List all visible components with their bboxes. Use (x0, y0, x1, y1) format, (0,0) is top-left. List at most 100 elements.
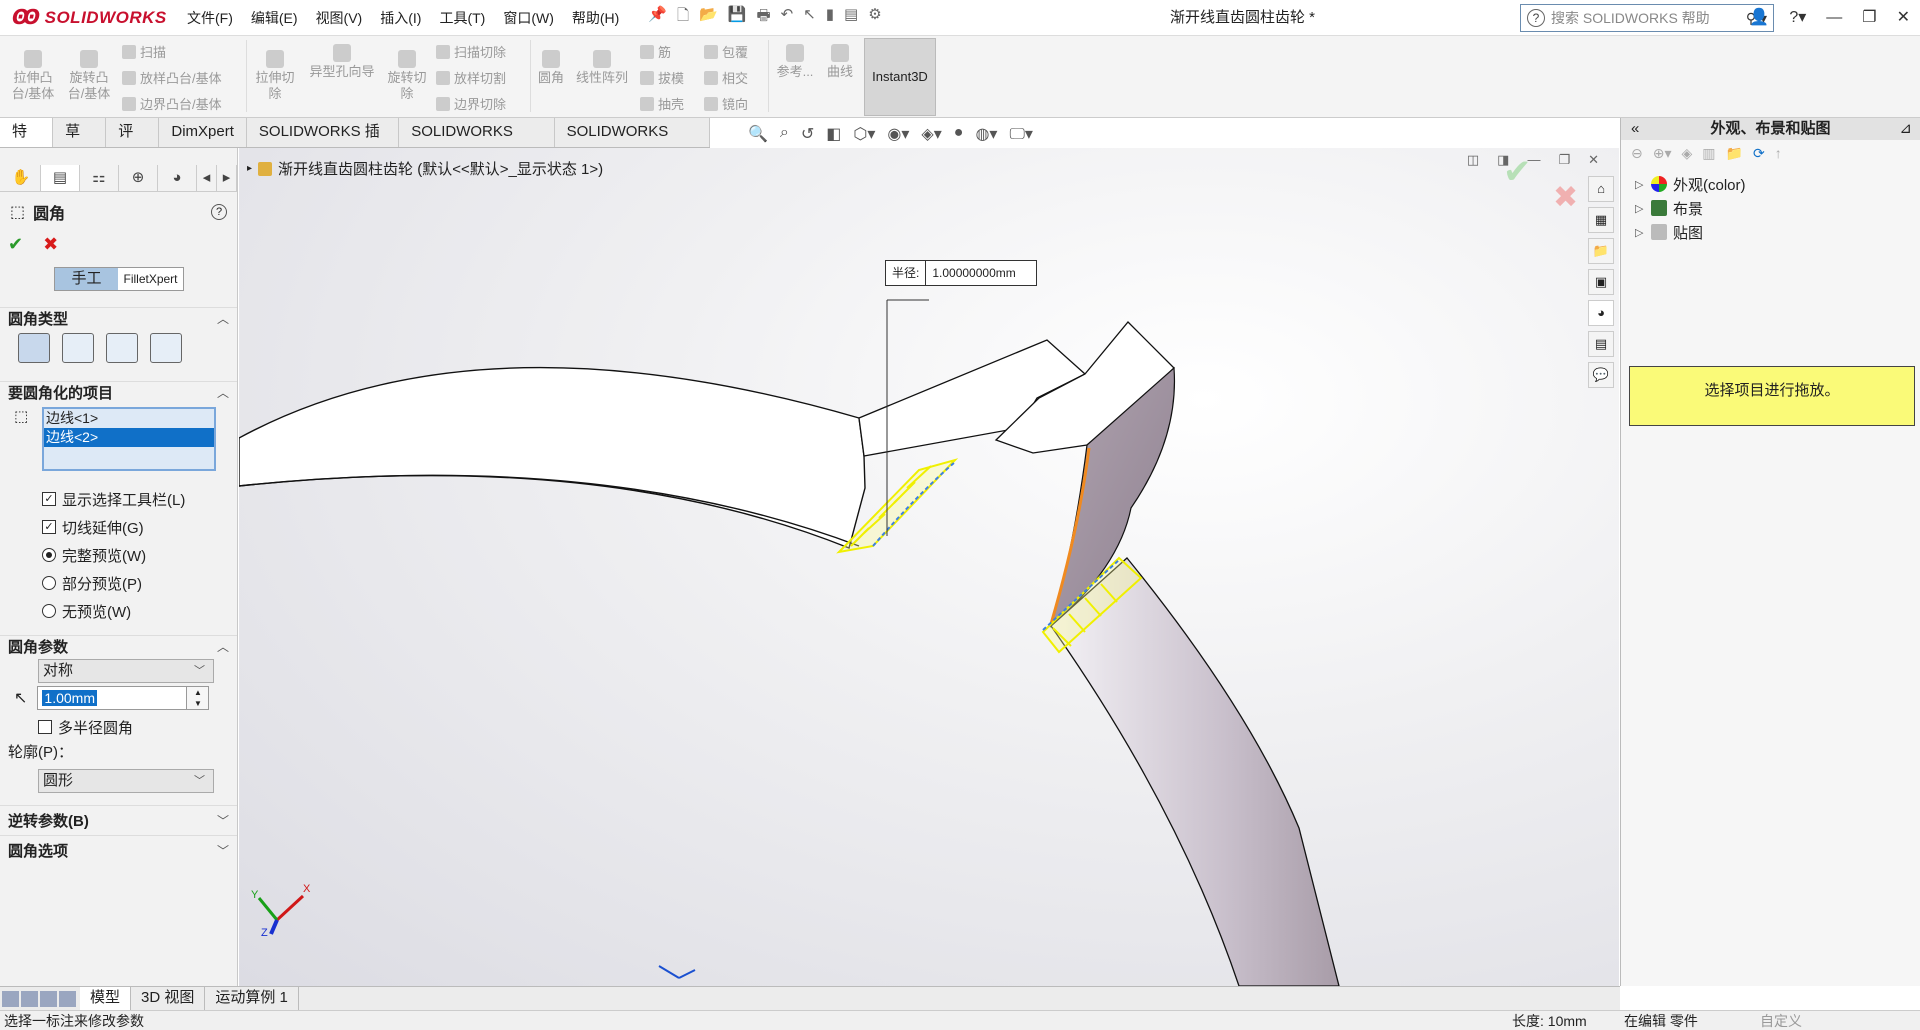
status-units[interactable]: 自定义 (1760, 1011, 1802, 1030)
save-icon[interactable]: 💾 (728, 5, 747, 30)
add-to-library-icon[interactable]: ◈ (1682, 145, 1693, 162)
profile-select[interactable]: 圆形 ﹀ (38, 769, 214, 793)
tab-addins[interactable]: SOLIDWORKS 插件 (247, 118, 400, 168)
feature-manager-icon[interactable]: ✋ (2, 164, 41, 191)
appearances-icon[interactable]: ◕ (1588, 300, 1614, 326)
tree-item-appearances[interactable]: ▷ 外观(color) (1621, 172, 1920, 196)
zoom-fit-icon[interactable]: 🔍 (748, 124, 768, 144)
boundary-cut-button[interactable]: 边界切除 (436, 94, 506, 113)
forward-icon[interactable]: ⊕▾ (1653, 145, 1672, 162)
confirm-cancel-icon[interactable]: ✖ (1553, 180, 1578, 215)
menu-window[interactable]: 窗口(W) (494, 0, 563, 36)
full-round-fillet-icon[interactable] (150, 333, 182, 363)
tree-item-scenes[interactable]: ▷ 布景 (1621, 196, 1920, 220)
viewport-close-icon[interactable]: ✕ (1588, 152, 1599, 168)
pin-pane-icon[interactable]: ⊿ (1899, 118, 1912, 140)
extrude-boss-button[interactable]: 拉伸凸 台/基体 (10, 50, 56, 102)
design-library-icon[interactable]: ▦ (1588, 207, 1614, 233)
gear-rim-face[interactable] (239, 366, 866, 549)
gear-lower-rim-face[interactable] (1050, 557, 1340, 986)
forum-icon[interactable]: 💬 (1588, 362, 1614, 388)
no-preview-radio[interactable]: 无预览(W) (0, 597, 237, 625)
section-fillet-options[interactable]: 圆角选项 ﹀ (0, 835, 237, 865)
hole-wizard-button[interactable]: 异型孔向导 (304, 44, 380, 80)
property-manager-icon[interactable]: ▤ (41, 164, 80, 191)
tab-3d-views[interactable]: 3D 视图 (131, 987, 206, 1010)
tangent-propagation-checkbox[interactable]: ✓ 切线延伸(G) (0, 513, 237, 541)
display-manager-icon[interactable]: ◕ (158, 164, 197, 191)
sweep-button[interactable]: 扫描 (122, 42, 166, 61)
tab-dimxpert[interactable]: DimXpert (159, 118, 247, 147)
menu-help[interactable]: 帮助(H) (563, 0, 628, 36)
tab-motion-study[interactable]: 运动算例 1 (205, 987, 299, 1010)
config-manager-icon[interactable]: ⚏ (80, 164, 119, 191)
view-settings-icon[interactable]: 🖵▾ (1009, 124, 1032, 144)
dimxpert-manager-icon[interactable]: ⊕ (119, 164, 158, 191)
help-question-icon[interactable]: ? (1527, 9, 1545, 27)
chevron-right-icon[interactable]: ▸ (217, 164, 237, 191)
tab-features[interactable]: 特征 (0, 118, 54, 168)
menu-view[interactable]: 视图(V) (307, 0, 372, 36)
prev-tab-icon[interactable] (21, 990, 38, 1007)
open-icon[interactable]: 📂 (699, 5, 718, 30)
shell-button[interactable]: 抽壳 (640, 94, 684, 113)
search-input[interactable]: ? 搜索 SOLIDWORKS 帮助 ⚲ ▾ (1520, 4, 1774, 32)
list-item[interactable]: 边线<1> (44, 409, 214, 428)
radius-input[interactable]: 1.00mm (37, 686, 188, 710)
face-fillet-icon[interactable] (106, 333, 138, 363)
new-icon[interactable]: 🗋 (677, 5, 689, 30)
menu-edit[interactable]: 编辑(E) (242, 0, 307, 36)
tab-cam[interactable]: SOLIDWORKS CAM (555, 118, 710, 168)
first-tab-icon[interactable] (2, 990, 19, 1007)
zoom-area-icon[interactable]: ⌕ (780, 124, 789, 144)
new-folder-icon[interactable]: 📁 (1726, 145, 1743, 162)
constant-size-fillet-icon[interactable] (18, 333, 50, 363)
lofted-cut-button[interactable]: 放样切割 (436, 68, 506, 87)
tab-mbd[interactable]: SOLIDWORKS MBD (399, 118, 555, 168)
file-props-icon[interactable]: ▤ (844, 5, 858, 30)
edge-selection-list[interactable]: 边线<1> 边线<2> (42, 407, 216, 471)
ok-check-icon[interactable]: ✔ (8, 234, 23, 255)
tab-sketch[interactable]: 草图 (53, 118, 107, 168)
options-gear-icon[interactable]: ⚙ (868, 5, 881, 30)
custom-properties-icon[interactable]: ▤ (1588, 331, 1614, 357)
radius-callout-value[interactable]: 1.00000000mm (926, 261, 1036, 285)
user-icon[interactable]: 👤 (1749, 0, 1769, 36)
undo-icon[interactable]: ↶ (781, 5, 794, 30)
revolve-boss-button[interactable]: 旋转凸 台/基体 (66, 50, 112, 102)
linear-pattern-button[interactable]: 线性阵列 (572, 50, 632, 86)
select-icon[interactable]: ↖ (803, 5, 816, 30)
show-toolbar-checkbox[interactable]: ✓ 显示选择工具栏(L) (0, 485, 237, 513)
list-item[interactable]: 边线<2> (44, 428, 214, 447)
fillet-button[interactable]: 圆角 (534, 50, 568, 86)
home-icon[interactable]: ⌂ (1588, 176, 1614, 202)
menu-tools[interactable]: 工具(T) (430, 0, 494, 36)
section-view-icon[interactable]: ◧ (826, 124, 841, 144)
multi-radius-checkbox[interactable]: 多半径圆角 (0, 713, 237, 741)
add-folder-icon[interactable]: ▥ (1702, 145, 1715, 162)
minimize-icon[interactable]: — (1826, 0, 1842, 36)
wrap-button[interactable]: 包覆 (704, 42, 748, 61)
partial-preview-radio[interactable]: 部分预览(P) (0, 569, 237, 597)
radius-stepper[interactable]: ▲ ▼ (187, 686, 210, 710)
mode-manual-button[interactable]: 手工 (55, 268, 119, 290)
intersect-button[interactable]: 相交 (704, 68, 748, 87)
up-level-icon[interactable]: ↑ (1775, 145, 1782, 161)
cancel-x-icon[interactable]: ✖ (43, 234, 58, 255)
tab-model[interactable]: 模型 (80, 987, 132, 1010)
confirm-check-icon[interactable]: ✔ (1503, 152, 1532, 192)
menu-file[interactable]: 文件(F) (178, 0, 242, 36)
previous-view-icon[interactable]: ↺ (801, 124, 814, 144)
reference-geometry-button[interactable]: 参考... (774, 44, 816, 80)
last-tab-icon[interactable] (59, 990, 76, 1007)
rebuild-icon[interactable]: ▮ (826, 5, 834, 30)
expand-icon[interactable]: ▷ (1635, 202, 1645, 215)
full-preview-radio[interactable]: 完整预览(W) (0, 541, 237, 569)
expand-chevron-icon[interactable]: ▸ (247, 163, 252, 174)
pin-icon[interactable]: 📌 (648, 5, 667, 30)
variable-size-fillet-icon[interactable] (62, 333, 94, 363)
view-palette-icon[interactable]: ▣ (1588, 269, 1614, 295)
edit-appearance-icon[interactable]: ● (954, 124, 964, 144)
refresh-icon[interactable]: ⟳ (1753, 145, 1765, 162)
loft-boss-button[interactable]: 放样凸台/基体 (122, 68, 222, 87)
